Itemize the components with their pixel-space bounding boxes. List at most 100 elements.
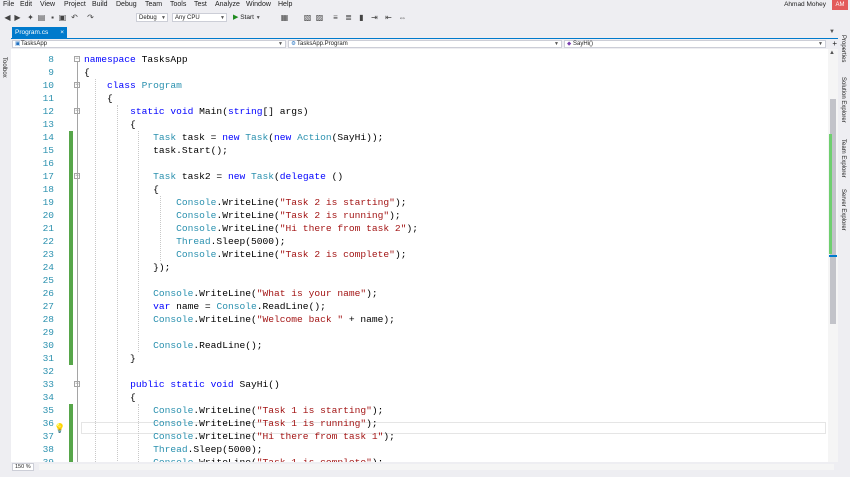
indent-icon[interactable]: ≡ — [331, 13, 340, 22]
platform-select[interactable]: Any CPU ▼ — [172, 13, 227, 22]
play-icon: ▶ — [233, 14, 239, 21]
menu-help[interactable]: Help — [278, 1, 292, 8]
user-name[interactable]: Ahmad Mohey — [784, 1, 826, 8]
code-line[interactable]: 36 Console.WriteLine("Task 1 is running"… — [11, 417, 828, 430]
code-editor[interactable]: 💡 8 namespace TasksApp 9{10 class Program 1… — [11, 49, 828, 462]
code-line[interactable]: 10 class Program — [11, 79, 828, 92]
prev-bookmark-icon[interactable]: ⇤ — [384, 13, 393, 22]
code-line[interactable]: 30 Console.ReadLine(); — [11, 339, 828, 352]
code-token: .Sleep(5000); — [187, 444, 263, 455]
menu-debug[interactable]: Debug — [116, 1, 137, 8]
menu-team[interactable]: Team — [145, 1, 162, 8]
code-line[interactable]: 9{ — [11, 66, 828, 79]
member-dropdown[interactable]: ◆ SayHi() ▼ — [564, 40, 826, 48]
code-line[interactable]: 18 { — [11, 183, 828, 196]
code-line[interactable]: 34 { — [11, 391, 828, 404]
save-icon[interactable]: ▪ — [48, 13, 57, 22]
code-text: Console.WriteLine("Task 1 is running"); — [84, 417, 378, 430]
team-explorer-tab[interactable]: Team Explorer — [840, 139, 846, 178]
clear-bookmark-icon[interactable]: ⇔ — [398, 13, 407, 22]
forward-icon[interactable]: ▶ — [13, 13, 22, 22]
project-dropdown[interactable]: ▣ TasksApp ▼ — [12, 40, 286, 48]
browse-icon[interactable]: ▦ — [280, 13, 289, 22]
menu-project[interactable]: Project — [64, 1, 86, 8]
code-line[interactable]: 22 Thread.Sleep(5000); — [11, 235, 828, 248]
code-line[interactable]: 12 static void Main(string[] args) — [11, 105, 828, 118]
zoom-select[interactable]: 150 % — [12, 463, 34, 471]
new-project-icon[interactable]: ✦ — [26, 13, 35, 22]
code-line[interactable]: 29 — [11, 326, 828, 339]
undo-icon[interactable]: ↶ — [70, 13, 79, 22]
comment-icon[interactable]: ▨ — [315, 13, 324, 22]
code-line[interactable]: 28 Console.WriteLine("Welcome back " + n… — [11, 313, 828, 326]
menu-build[interactable]: Build — [92, 1, 108, 8]
code-line[interactable]: 19 Console.WriteLine("Task 2 is starting… — [11, 196, 828, 209]
code-line[interactable]: 35 Console.WriteLine("Task 1 is starting… — [11, 404, 828, 417]
code-line[interactable]: 8 namespace TasksApp — [11, 53, 828, 66]
code-line[interactable]: 13 { — [11, 118, 828, 131]
chevron-down-icon: ▼ — [554, 41, 559, 47]
outdent-icon[interactable]: ≣ — [344, 13, 353, 22]
code-token: "Task 1 is starting" — [256, 405, 372, 416]
menu-tools[interactable]: Tools — [170, 1, 186, 8]
line-number: 35 — [42, 405, 54, 416]
line-number: 19 — [42, 197, 54, 208]
tab-overflow-chevron-icon[interactable]: ▼ — [829, 27, 835, 38]
code-token: { — [84, 67, 90, 78]
code-line[interactable]: 31 } — [11, 352, 828, 365]
menu-view[interactable]: View — [40, 1, 55, 8]
line-number: 18 — [42, 184, 54, 195]
save-all-icon[interactable]: ▣ — [58, 13, 67, 22]
code-line[interactable]: 26 Console.WriteLine("What is your name"… — [11, 287, 828, 300]
code-line[interactable]: 14 Task task = new Task(new Action(SayHi… — [11, 131, 828, 144]
code-line[interactable]: 23 Console.WriteLine("Task 2 is complete… — [11, 248, 828, 261]
horizontal-scrollbar[interactable] — [39, 464, 834, 470]
code-line[interactable]: 11 { — [11, 92, 828, 105]
code-line[interactable]: 32 — [11, 365, 828, 378]
close-icon[interactable]: × — [60, 27, 64, 38]
type-dropdown[interactable]: ⚙ TasksApp.Program ▼ — [288, 40, 562, 48]
open-icon[interactable]: ▤ — [37, 13, 46, 22]
scroll-change-marker — [829, 134, 832, 254]
tab-program-cs[interactable]: Program.cs × — [12, 27, 67, 38]
server-explorer-tab[interactable]: Server Explorer — [840, 189, 846, 231]
code-line[interactable]: 20 Console.WriteLine("Task 2 is running"… — [11, 209, 828, 222]
solution-explorer-tab[interactable]: Solution Explorer — [840, 77, 846, 123]
code-line[interactable]: 33 public static void SayHi() — [11, 378, 828, 391]
code-line[interactable]: 37 Console.WriteLine("Hi there from task… — [11, 430, 828, 443]
properties-tab[interactable]: Properties — [840, 35, 846, 62]
code-token: Main( — [193, 106, 228, 117]
start-button[interactable]: ▶ Start ▼ — [233, 13, 261, 22]
change-bar — [69, 209, 73, 222]
menu-file[interactable]: File — [3, 1, 14, 8]
code-line[interactable]: 27 var name = Console.ReadLine(); — [11, 300, 828, 313]
bookmark-icon[interactable]: ▮ — [357, 13, 366, 22]
menu-edit[interactable]: Edit — [20, 1, 32, 8]
menu-window[interactable]: Window — [246, 1, 271, 8]
code-line[interactable]: 15 task.Start(); — [11, 144, 828, 157]
redo-icon[interactable]: ↷ — [86, 13, 95, 22]
configuration-select[interactable]: Debug ▼ — [136, 13, 168, 22]
toolbox-tab[interactable]: Toolbox — [1, 57, 7, 78]
vertical-scrollbar[interactable]: ▲ — [828, 49, 838, 462]
split-add-icon[interactable]: + — [832, 39, 837, 49]
back-icon[interactable]: ◀ — [3, 13, 12, 22]
code-line[interactable]: 17 Task task2 = new Task(delegate () — [11, 170, 828, 183]
line-number: 12 — [42, 106, 54, 117]
view-icon[interactable]: ▧ — [303, 13, 312, 22]
code-text: Console.ReadLine(); — [84, 339, 262, 352]
code-line[interactable]: 16 — [11, 157, 828, 170]
code-line[interactable]: 25 — [11, 274, 828, 287]
user-avatar[interactable]: AM — [832, 0, 848, 10]
code-line[interactable]: 21 Console.WriteLine("Hi there from task… — [11, 222, 828, 235]
code-token: { — [84, 392, 136, 403]
menu-test[interactable]: Test — [194, 1, 207, 8]
code-line[interactable]: 24 }); — [11, 261, 828, 274]
scroll-up-icon[interactable]: ▲ — [829, 50, 835, 56]
code-line[interactable]: 38 Thread.Sleep(5000); — [11, 443, 828, 456]
next-bookmark-icon[interactable]: ⇥ — [370, 13, 379, 22]
menu-analyze[interactable]: Analyze — [215, 1, 240, 8]
code-text: Console.WriteLine("Hi there from task 2"… — [84, 222, 418, 235]
code-text: }); — [84, 261, 170, 274]
